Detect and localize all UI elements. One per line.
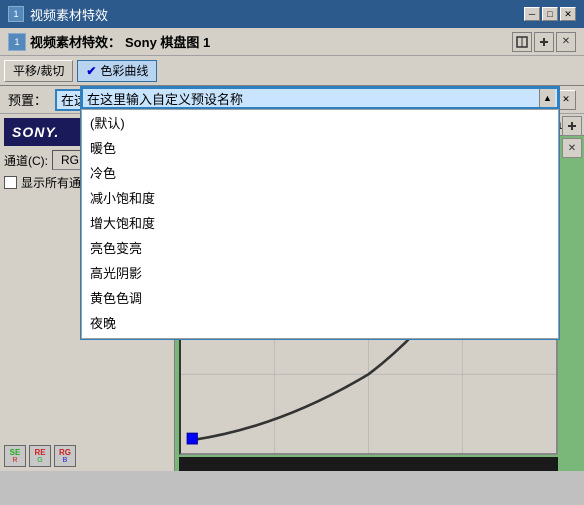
channel-label: 通道(C): <box>4 152 48 169</box>
window-controls: ─ □ ✕ <box>524 7 576 21</box>
sony-logo: SONY. <box>12 124 59 140</box>
dropdown-item-yellow[interactable]: 黄色色调 <box>82 285 558 310</box>
color-icon-se-r[interactable]: SE R <box>4 445 26 467</box>
dropdown-item-default[interactable]: (默认) <box>82 110 558 135</box>
dropdown-item-cool[interactable]: 冷色 <box>82 160 558 185</box>
window-title: 视频素材特效 <box>30 5 108 24</box>
dropdown-item-bright[interactable]: 亮色变亮 <box>82 235 558 260</box>
dropdown-header[interactable]: 在这里输入自定义预设名称 ▲ <box>81 87 559 109</box>
show-all-checkbox[interactable] <box>4 176 17 189</box>
close-x-button[interactable]: ✕ <box>556 32 576 52</box>
side-icon-2[interactable] <box>534 32 554 52</box>
dropdown-list: (默认) 暖色 冷色 减小饱和度 增大饱和度 亮色变亮 高光阴影 黄色色调 夜晚… <box>81 109 559 339</box>
dropdown-item-night[interactable]: 夜晚 <box>82 310 558 335</box>
color-curve-button[interactable]: ✔ 色彩曲线 <box>77 60 157 82</box>
window: 1 视频素材特效 ─ □ ✕ 1 视频素材特效： Sony 棋盘图 1 ✕ <box>0 0 584 505</box>
subtitle-value: Sony 棋盘图 1 <box>125 32 210 51</box>
pan-crop-button[interactable]: 平移/裁切 <box>4 60 73 82</box>
dropdown-item-warm[interactable]: 暖色 <box>82 135 558 160</box>
title-icon: 1 <box>8 6 24 22</box>
minimize-button[interactable]: ─ <box>524 7 540 21</box>
clip-icon: 1 <box>8 33 26 51</box>
dropdown-header-arrow[interactable]: ▲ <box>539 89 555 107</box>
right-icon-2[interactable]: ✕ <box>562 138 582 158</box>
bottom-black-bar <box>179 457 558 471</box>
color-icon-rg-b[interactable]: RG B <box>54 445 76 467</box>
dropdown-item-highlight[interactable]: 高光阴影 <box>82 260 558 285</box>
color-icon-re-g[interactable]: RE G <box>29 445 51 467</box>
subtitle-label: 视频素材特效： <box>30 32 121 51</box>
toolbar: 平移/裁切 ✔ 色彩曲线 <box>0 56 584 86</box>
dropdown-open: 在这里输入自定义预设名称 ▲ (默认) 暖色 冷色 减小饱和度 增大饱和度 亮色… <box>80 86 560 340</box>
right-icon-1[interactable] <box>562 116 582 136</box>
main-window: 1 视频素材特效： Sony 棋盘图 1 ✕ 平移/裁切 ✔ 色彩曲线 <box>0 28 584 505</box>
maximize-button[interactable]: □ <box>542 7 558 21</box>
right-side-icons: ✕ <box>560 114 584 160</box>
show-all-label: 显示所有通 <box>21 174 81 191</box>
dropdown-item-less-sat[interactable]: 减小饱和度 <box>82 185 558 210</box>
side-icon-1[interactable] <box>512 32 532 52</box>
title-bar: 1 视频素材特效 ─ □ ✕ <box>0 0 584 28</box>
dropdown-item-more-sat[interactable]: 增大饱和度 <box>82 210 558 235</box>
dropdown-item-infrared[interactable]: 红外线 <box>82 335 558 339</box>
preset-label: 预置： <box>8 90 47 109</box>
close-button[interactable]: ✕ <box>560 7 576 21</box>
bottom-color-icons: SE R RE G RG B <box>4 445 76 467</box>
